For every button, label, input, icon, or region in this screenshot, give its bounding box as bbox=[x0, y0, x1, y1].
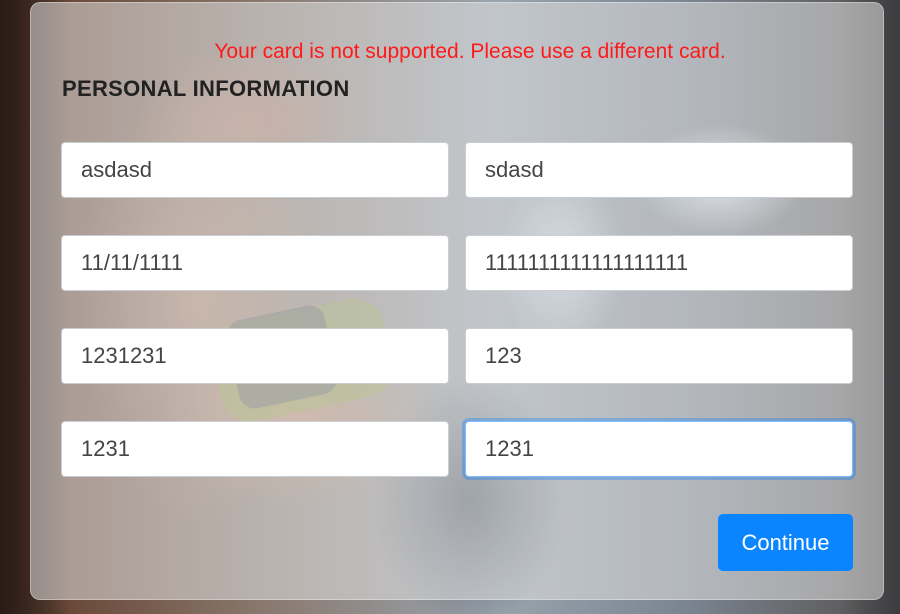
section-title: PERSONAL INFORMATION bbox=[62, 76, 350, 101]
date-of-birth-input[interactable] bbox=[61, 235, 449, 291]
field-7-input[interactable] bbox=[61, 421, 449, 477]
field-5-input[interactable] bbox=[61, 328, 449, 384]
last-name-input[interactable] bbox=[465, 142, 853, 198]
first-name-input[interactable] bbox=[61, 142, 449, 198]
error-message: Your card is not supported. Please use a… bbox=[214, 40, 726, 63]
card-number-input[interactable] bbox=[465, 235, 853, 291]
personal-info-card: Your card is not supported. Please use a… bbox=[30, 2, 884, 600]
continue-button[interactable]: Continue bbox=[718, 514, 853, 571]
field-6-input[interactable] bbox=[465, 328, 853, 384]
field-8-input[interactable] bbox=[465, 421, 853, 477]
